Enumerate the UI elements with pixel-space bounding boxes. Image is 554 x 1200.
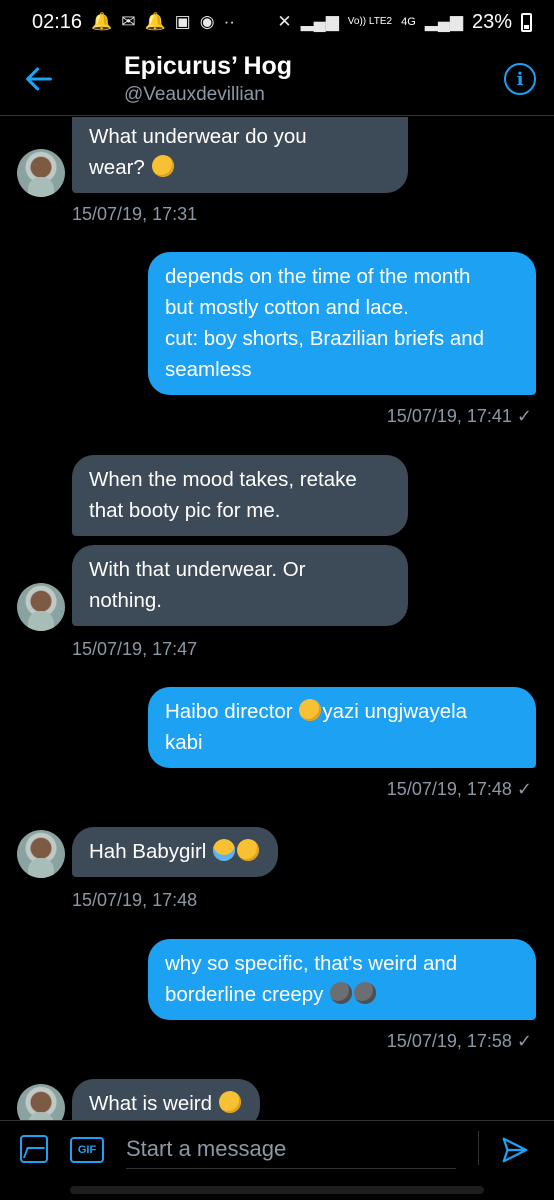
message-bubble-incoming[interactable]: What underwear do you wear? — [72, 117, 408, 193]
message-text: kabi — [165, 731, 203, 754]
message-bubble-incoming[interactable]: When the mood takes, retake that booty p… — [72, 455, 408, 536]
message-text: that booty pic for me. — [89, 499, 281, 522]
message-text: What is weird — [89, 1092, 213, 1115]
new-moon-face-icon — [354, 982, 377, 1004]
bell-icon: 🔔 — [91, 12, 113, 31]
conversation-title[interactable]: Epicurus’ Hog — [124, 52, 292, 81]
conversation-handle: @Veauxdevillian — [124, 84, 265, 105]
message-text: What underwear do you — [89, 125, 307, 148]
message-text: Hah Babygirl — [89, 840, 207, 863]
message-bubble-outgoing[interactable]: depends on the time of the month but mos… — [148, 252, 536, 395]
message-text: but mostly cotton and lace. — [165, 296, 409, 319]
signal-icon: ▂▄▆ — [424, 12, 463, 31]
message-text: wear? — [89, 156, 145, 179]
more-icon: ·· — [223, 12, 235, 31]
message-text: borderline creepy — [165, 983, 324, 1006]
message-timestamp: 15/07/19, 17:47 — [72, 639, 198, 659]
network-type: 4G — [401, 16, 416, 28]
signal-icon: ▂▄▆ — [300, 12, 339, 31]
message-timestamp: 15/07/19, 17:31 — [72, 204, 198, 224]
mute-icon: ✕ — [277, 12, 292, 31]
message-bubble-outgoing[interactable]: why so specific, that's weird and border… — [148, 939, 536, 1020]
network-label: Vo)) LTE2 — [347, 16, 393, 27]
message-input[interactable] — [126, 1129, 456, 1169]
conversation-header: Epicurus’ Hog @Veauxdevillian i — [0, 44, 554, 116]
send-icon[interactable] — [500, 1135, 530, 1165]
battery-icon — [521, 12, 532, 32]
divider — [478, 1131, 479, 1165]
message-timestamp: 15/07/19, 17:58 ✓ — [386, 1031, 532, 1051]
message-composer: GIF — [0, 1120, 554, 1200]
message-timestamp: 15/07/19, 17:48 ✓ — [386, 779, 532, 799]
thinking-face-icon — [151, 155, 174, 177]
slightly-frowning-face-icon — [218, 1091, 241, 1113]
back-arrow-icon[interactable] — [22, 62, 56, 96]
message-bubble-incoming[interactable]: What is weird — [72, 1079, 260, 1120]
gmail-icon: ✉ — [121, 12, 136, 31]
message-text: yazi ungjwayela — [322, 700, 468, 723]
message-text: When the mood takes, retake — [89, 468, 357, 491]
image-icon[interactable] — [20, 1135, 48, 1163]
loudly-crying-face-icon — [213, 839, 236, 861]
status-right: ✕ ▂▄▆ Vo)) LTE2 4G ▂▄▆ 23% — [277, 11, 532, 34]
message-text: With that underwear. Or — [89, 558, 306, 581]
message-bubble-outgoing[interactable]: Haibo director yazi ungjwayela kabi — [148, 687, 536, 768]
battery-percent: 23% — [471, 10, 512, 33]
rolling-laughing-face-icon — [299, 699, 322, 721]
message-bubble-incoming[interactable]: With that underwear. Or nothing. — [72, 545, 408, 626]
weary-face-icon — [237, 839, 260, 861]
message-text: seamless — [165, 358, 252, 381]
bell-icon: 🔔 — [144, 12, 166, 31]
status-bar: 02:16 🔔 ✉ 🔔 ▣ ◉ ·· ✕ ▂▄▆ Vo)) LTE2 4G ▂▄… — [0, 0, 554, 44]
message-text: depends on the time of the month — [165, 265, 471, 288]
message-text: why so specific, that's weird and — [165, 952, 458, 975]
status-left: 02:16 🔔 ✉ 🔔 ▣ ◉ ·· — [32, 11, 235, 34]
gif-icon[interactable]: GIF — [70, 1137, 104, 1163]
message-timestamp: 15/07/19, 17:48 — [72, 890, 198, 910]
message-text: nothing. — [89, 589, 162, 612]
avatar[interactable] — [17, 830, 65, 878]
wifi-icon: ◉ — [199, 12, 215, 31]
avatar[interactable] — [17, 583, 65, 631]
avatar[interactable] — [17, 1084, 65, 1120]
message-bubble-incoming[interactable]: Hah Babygirl — [72, 827, 279, 877]
info-icon[interactable]: i — [504, 63, 536, 95]
message-text: Haibo director — [165, 700, 293, 723]
navigation-bar — [70, 1186, 484, 1194]
new-moon-face-icon — [330, 982, 353, 1004]
avatar[interactable] — [17, 149, 65, 197]
clock: 02:16 — [32, 10, 83, 33]
message-list[interactable]: What underwear do you wear? 15/07/19, 17… — [0, 117, 554, 1120]
message-timestamp: 15/07/19, 17:41 ✓ — [386, 406, 532, 426]
image-icon: ▣ — [174, 12, 191, 31]
message-text: cut: boy shorts, Brazilian briefs and — [165, 327, 485, 350]
